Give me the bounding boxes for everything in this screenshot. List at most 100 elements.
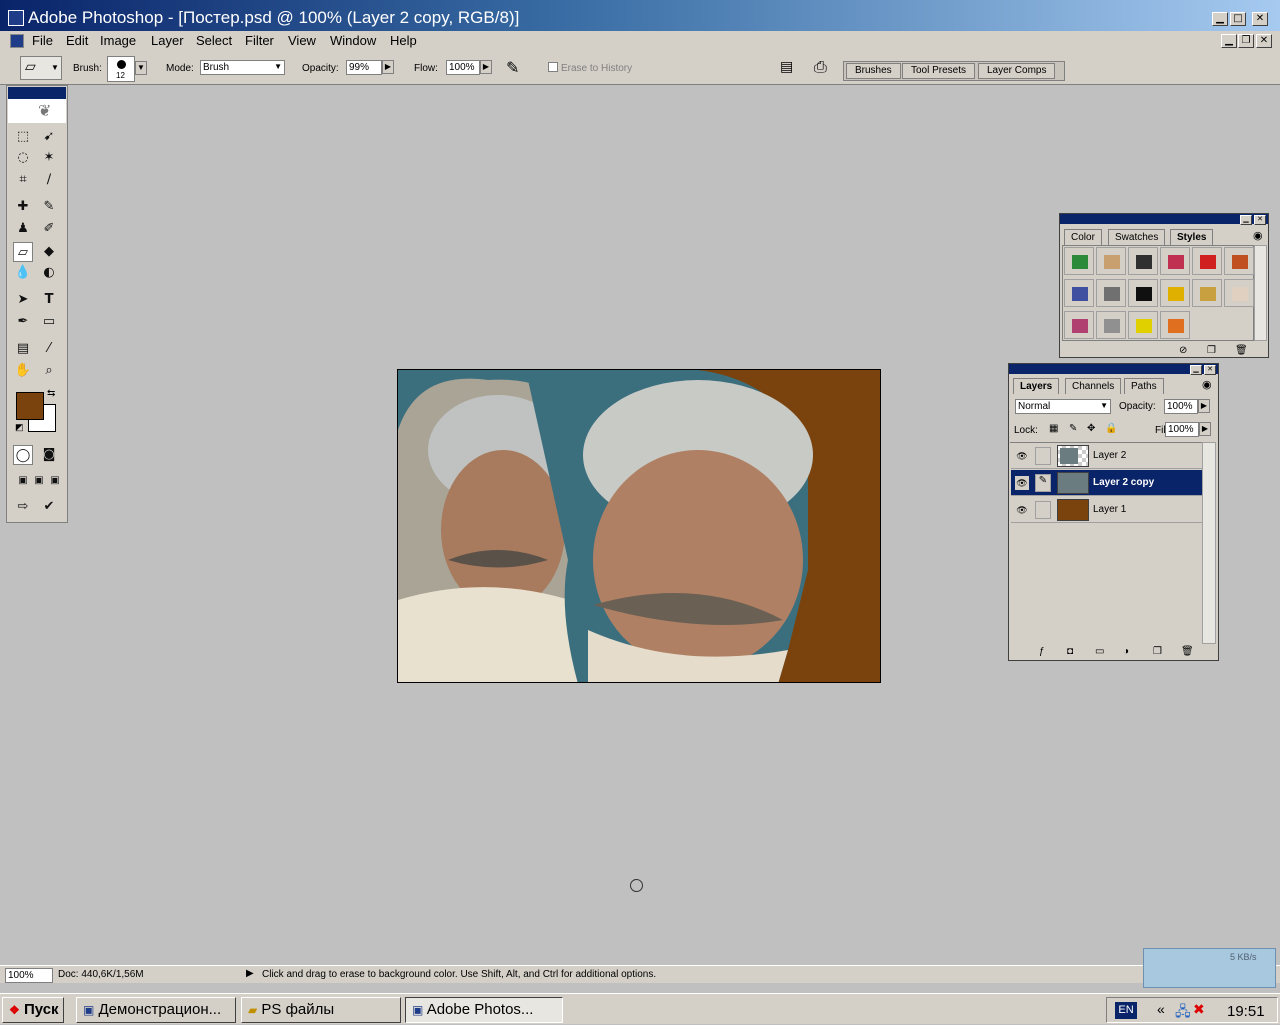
lock-position-icon[interactable]: ✥ xyxy=(1087,423,1095,434)
close-button[interactable]: ✕ xyxy=(1252,12,1268,26)
screen-mode-full-icon[interactable]: ▣ xyxy=(45,471,65,491)
link-slot[interactable] xyxy=(1035,501,1051,519)
foreground-color-swatch[interactable] xyxy=(16,392,44,420)
layer-style-icon[interactable]: ƒ xyxy=(1039,646,1045,657)
panel-menu-icon[interactable]: ◉ xyxy=(1253,229,1263,242)
trash-icon[interactable]: 🗑 xyxy=(1181,646,1194,657)
panel-menu-icon[interactable]: ◉ xyxy=(1202,378,1212,391)
swap-colors-icon[interactable]: ⇆ xyxy=(47,388,55,399)
marquee-tool-icon[interactable]: ⬚ xyxy=(13,127,33,147)
tab-layer-comps[interactable]: Layer Comps xyxy=(978,63,1056,79)
healing-brush-icon[interactable]: ✚ xyxy=(13,197,33,217)
jump-to-imageready-icon[interactable]: ⇨ xyxy=(13,497,33,517)
layers-panel-minimize[interactable]: ▁ xyxy=(1190,365,1202,375)
pen-tool-icon[interactable]: ✒ xyxy=(13,312,33,332)
layer-mask-icon[interactable]: ◘ xyxy=(1067,646,1073,657)
menu-select[interactable]: Select xyxy=(196,33,232,48)
opacity-slider-arrow[interactable]: ▶ xyxy=(382,60,394,74)
menu-view[interactable]: View xyxy=(288,33,316,48)
lock-brush-icon[interactable]: ✎ xyxy=(1069,423,1077,434)
path-selection-icon[interactable]: ➤ xyxy=(13,290,33,310)
style-swatch[interactable] xyxy=(1096,279,1126,307)
minimize-button[interactable]: ▁ xyxy=(1212,12,1228,26)
tab-layers[interactable]: Layers xyxy=(1013,378,1060,394)
styles-panel-minimize[interactable]: ▁ xyxy=(1240,215,1252,225)
new-style-icon[interactable]: ❐ xyxy=(1207,345,1216,356)
eraser-tool-icon[interactable]: ▱ xyxy=(13,242,33,262)
notes-tool-icon[interactable]: ▤ xyxy=(13,339,33,359)
erase-to-history-checkbox[interactable] xyxy=(548,62,558,72)
blur-tool-icon[interactable]: 💧 xyxy=(13,263,33,283)
shape-tool-icon[interactable]: ▭ xyxy=(39,312,59,332)
tab-tool-presets[interactable]: Tool Presets xyxy=(902,63,976,79)
crop-tool-icon[interactable]: ⌗ xyxy=(13,170,33,190)
layer-opacity-input[interactable]: 100% xyxy=(1164,399,1198,414)
menu-edit[interactable]: Edit xyxy=(66,33,88,48)
style-swatch[interactable] xyxy=(1160,279,1190,307)
default-colors-icon[interactable]: ◩ xyxy=(15,422,24,433)
text-tool-icon[interactable]: T xyxy=(39,290,59,310)
new-layer-icon[interactable]: ❐ xyxy=(1153,646,1162,657)
airbrush-icon[interactable]: ✎ xyxy=(506,58,519,77)
brush-picker[interactable]: 12 xyxy=(107,56,135,82)
styles-panel-close[interactable]: ✕ xyxy=(1254,215,1266,225)
trash-icon[interactable]: 🗑 xyxy=(1235,345,1248,356)
styles-scrollbar[interactable] xyxy=(1254,245,1267,341)
style-swatch[interactable] xyxy=(1064,247,1094,275)
styles-panel-title-bar[interactable] xyxy=(1060,214,1268,224)
adjustment-layer-icon[interactable]: ◑ xyxy=(1123,646,1129,657)
fill-arrow[interactable]: ▶ xyxy=(1199,422,1211,436)
menu-filter[interactable]: Filter xyxy=(245,33,274,48)
language-indicator[interactable]: EN xyxy=(1115,1002,1137,1019)
adobe-logo[interactable]: ❦ xyxy=(8,99,66,123)
photoshop-app-icon[interactable] xyxy=(8,10,24,26)
layer-row[interactable]: 👁 Layer 2 xyxy=(1011,443,1202,469)
toolbox-title-bar[interactable] xyxy=(8,87,66,99)
menu-help[interactable]: Help xyxy=(390,33,417,48)
layers-panel-close[interactable]: ✕ xyxy=(1204,365,1216,375)
checkmark-icon[interactable]: ✔ xyxy=(39,497,59,517)
paint-bucket-icon[interactable]: ◆ xyxy=(39,242,59,262)
brush-tool-icon[interactable]: ✎ xyxy=(39,197,59,217)
eye-icon[interactable]: 👁 xyxy=(1015,503,1029,517)
palette-well-icon[interactable]: ⎙ xyxy=(814,57,827,77)
tab-styles[interactable]: Styles xyxy=(1170,229,1214,245)
style-swatch[interactable] xyxy=(1160,247,1190,275)
taskbar-button-folder[interactable]: ▰ PS файлы xyxy=(241,997,401,1023)
menu-file[interactable]: File xyxy=(32,33,53,48)
style-swatch[interactable] xyxy=(1064,311,1094,339)
tab-paths[interactable]: Paths xyxy=(1124,378,1164,394)
move-tool-icon[interactable]: ➹ xyxy=(39,127,59,147)
style-swatch[interactable] xyxy=(1128,279,1158,307)
style-swatch[interactable] xyxy=(1096,247,1126,275)
layers-scrollbar[interactable] xyxy=(1202,442,1216,644)
lock-transparency-icon[interactable]: ▦ xyxy=(1049,423,1058,434)
antivirus-icon[interactable]: ✖ xyxy=(1193,1001,1205,1018)
tool-preset-picker[interactable]: ▱ ▼ xyxy=(20,56,62,80)
flow-input[interactable]: 100% xyxy=(446,60,480,75)
document-icon[interactable] xyxy=(10,34,24,48)
file-browser-icon[interactable]: ▤ xyxy=(780,59,793,75)
link-slot[interactable] xyxy=(1035,447,1051,465)
zoom-tool-icon[interactable]: ⌕ xyxy=(39,361,59,381)
blend-mode-select[interactable]: Normal ▼ xyxy=(1015,399,1111,414)
tab-brushes[interactable]: Brushes xyxy=(846,63,901,79)
doc-restore-button[interactable]: ❐ xyxy=(1238,34,1254,48)
paintbrush-icon[interactable]: ✎ xyxy=(1035,474,1051,492)
tab-swatches[interactable]: Swatches xyxy=(1108,229,1166,245)
eye-icon[interactable]: 👁 xyxy=(1015,476,1029,490)
layer-row-selected[interactable]: 👁 ✎ Layer 2 copy xyxy=(1011,470,1202,496)
style-swatch[interactable] xyxy=(1096,311,1126,339)
style-swatch[interactable] xyxy=(1192,279,1222,307)
document-canvas[interactable] xyxy=(397,369,881,683)
style-swatch[interactable] xyxy=(1160,311,1190,339)
zoom-field[interactable]: 100% xyxy=(5,968,53,983)
tray-expand-icon[interactable]: « xyxy=(1157,1001,1165,1017)
eyedropper-icon[interactable]: ⁄ xyxy=(39,339,59,359)
tab-channels[interactable]: Channels xyxy=(1065,378,1122,394)
doc-info[interactable]: Doc: 440,6K/1,56M xyxy=(58,969,144,980)
opacity-input[interactable]: 99% xyxy=(346,60,382,75)
layers-panel-title-bar[interactable] xyxy=(1009,364,1218,374)
tab-color[interactable]: Color xyxy=(1064,229,1102,245)
new-group-icon[interactable]: ▭ xyxy=(1095,646,1104,657)
